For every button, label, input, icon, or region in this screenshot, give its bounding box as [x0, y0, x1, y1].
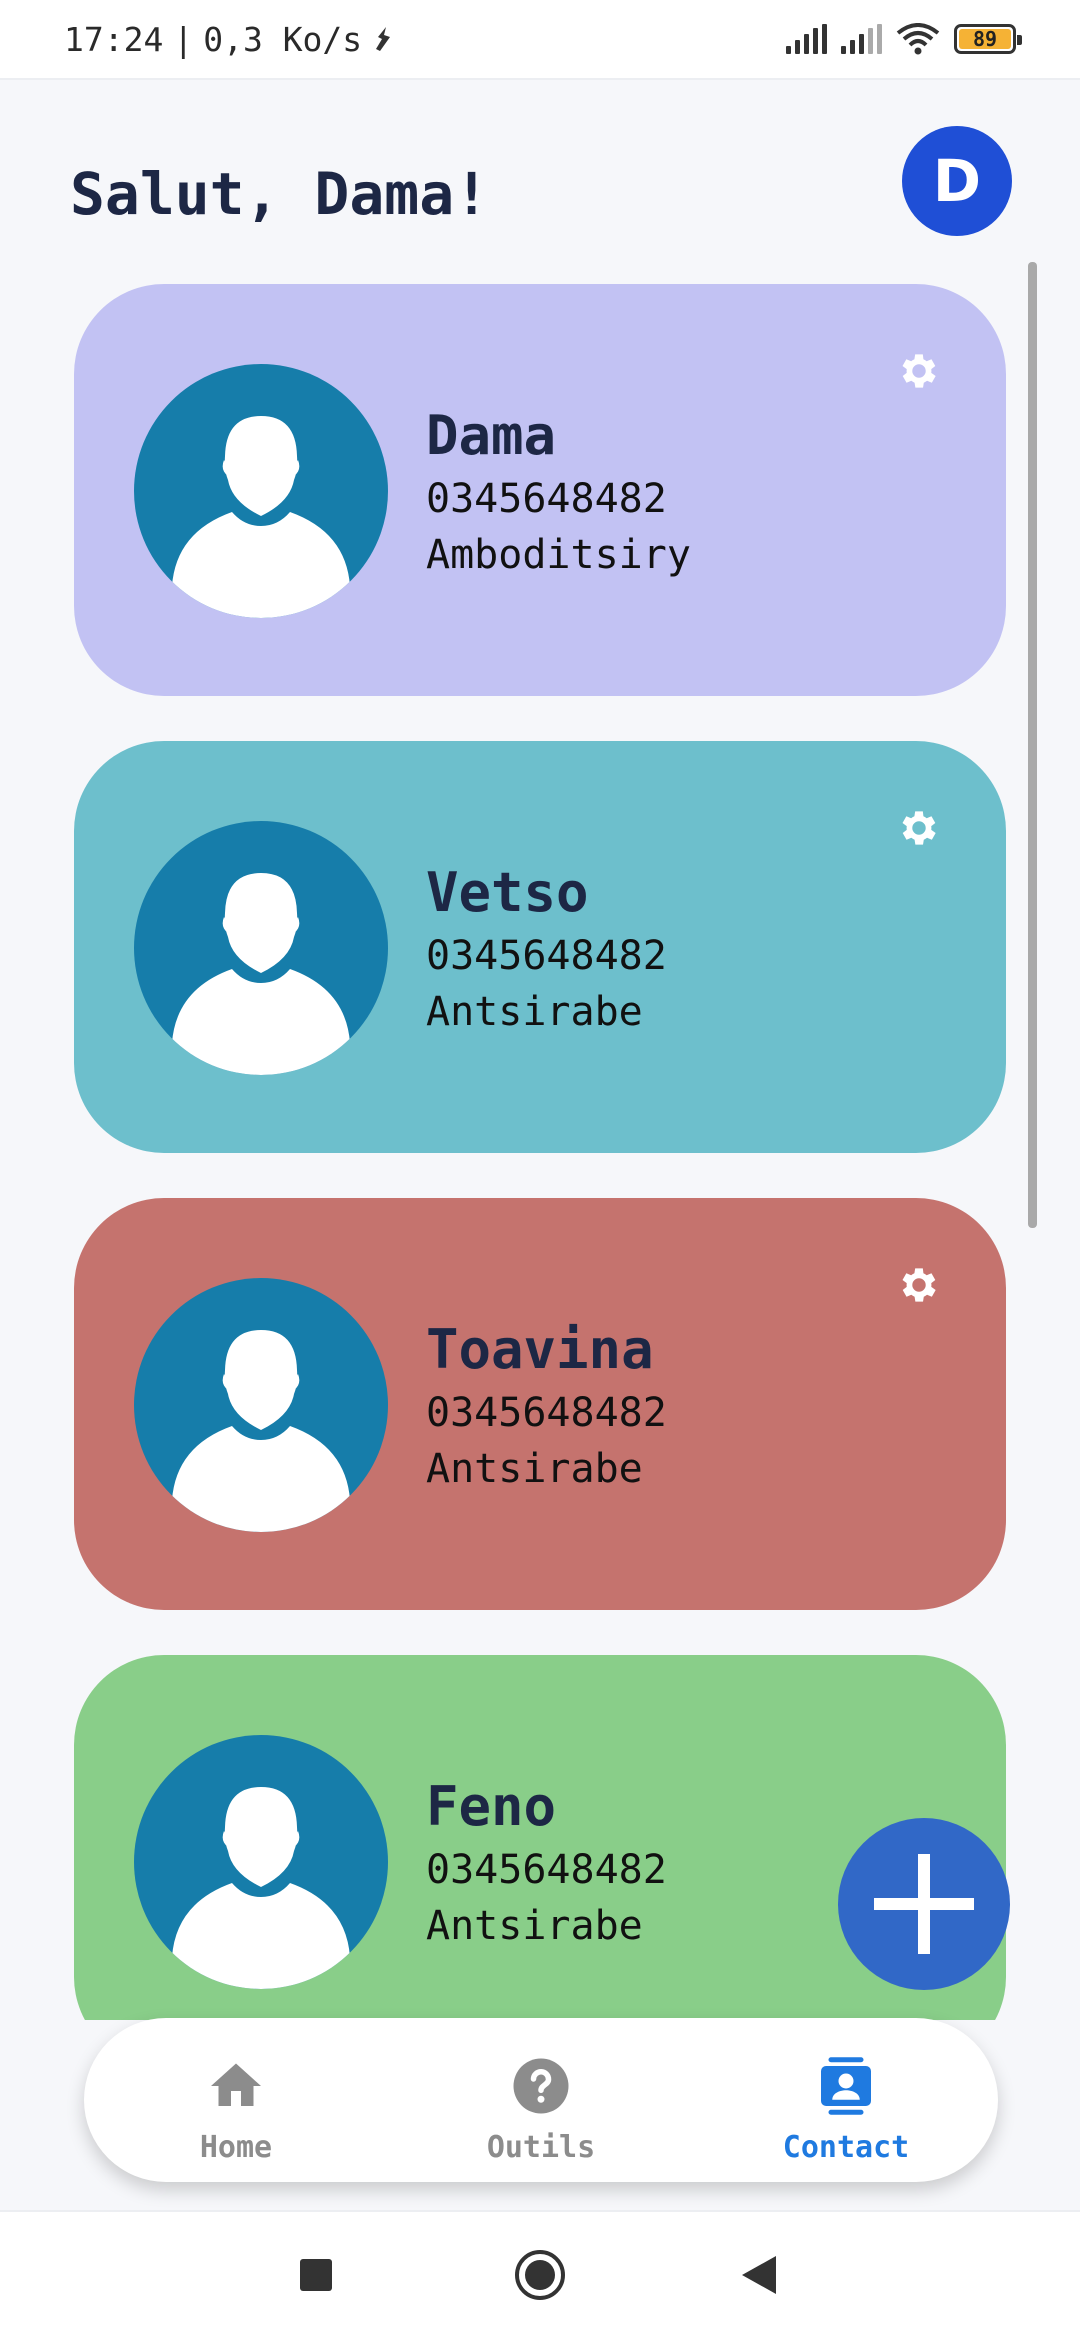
gear-icon[interactable] [896, 348, 942, 394]
home-icon [211, 2063, 261, 2106]
add-contact-button[interactable] [838, 1818, 1010, 1990]
nav-label-contact: Contact [782, 2130, 910, 2165]
contact-icon [821, 2057, 871, 2115]
back-icon[interactable] [742, 2256, 776, 2294]
contact-phone: 0345648482 [426, 476, 667, 522]
contact-photo [134, 364, 388, 618]
contact-photo [134, 821, 388, 1075]
contact-card[interactable]: Toavina 0345648482 Antsirabe [74, 1198, 1006, 1610]
contact-city: Antsirabe [426, 1446, 643, 1492]
contact-name: Dama [426, 404, 557, 467]
nav-item-home[interactable]: Home [126, 2018, 346, 2182]
gear-icon[interactable] [896, 1262, 942, 1308]
recents-icon[interactable] [300, 2259, 332, 2291]
person-silhouette-icon [172, 1787, 350, 1989]
person-silhouette-icon [172, 873, 350, 1075]
nav-item-contact[interactable]: Contact [736, 2018, 956, 2182]
person-silhouette-icon [172, 1330, 350, 1532]
contact-name: Vetso [426, 861, 589, 924]
contact-photo [134, 1735, 388, 1989]
system-navigation-bar [0, 2210, 1080, 2340]
contact-card[interactable]: Dama 0345648482 Amboditsiry [74, 284, 1006, 696]
nav-item-outils[interactable]: Outils [431, 2018, 651, 2182]
contact-list: Dama 0345648482 Amboditsiry Vetso 034564… [0, 0, 1080, 2020]
contact-name: Toavina [426, 1318, 654, 1381]
nav-label-outils: Outils [486, 2130, 596, 2165]
help-icon [513, 2058, 569, 2114]
contact-city: Antsirabe [426, 1903, 643, 1949]
home-circle-icon[interactable] [514, 2249, 566, 2301]
contact-card[interactable]: Vetso 0345648482 Antsirabe [74, 741, 1006, 1153]
contact-city: Amboditsiry [426, 532, 691, 578]
contact-photo [134, 1278, 388, 1532]
contact-phone: 0345648482 [426, 1847, 667, 1893]
person-silhouette-icon [172, 416, 350, 618]
plus-icon [874, 1854, 974, 1954]
contact-city: Antsirabe [426, 989, 643, 1035]
nav-label-home: Home [199, 2130, 273, 2165]
contact-phone: 0345648482 [426, 1390, 667, 1436]
scrollbar[interactable] [1028, 262, 1037, 1228]
contact-name: Feno [426, 1775, 557, 1838]
contact-phone: 0345648482 [426, 933, 667, 979]
bottom-navigation: Home Outils Contact [84, 2018, 998, 2182]
gear-icon[interactable] [896, 805, 942, 851]
